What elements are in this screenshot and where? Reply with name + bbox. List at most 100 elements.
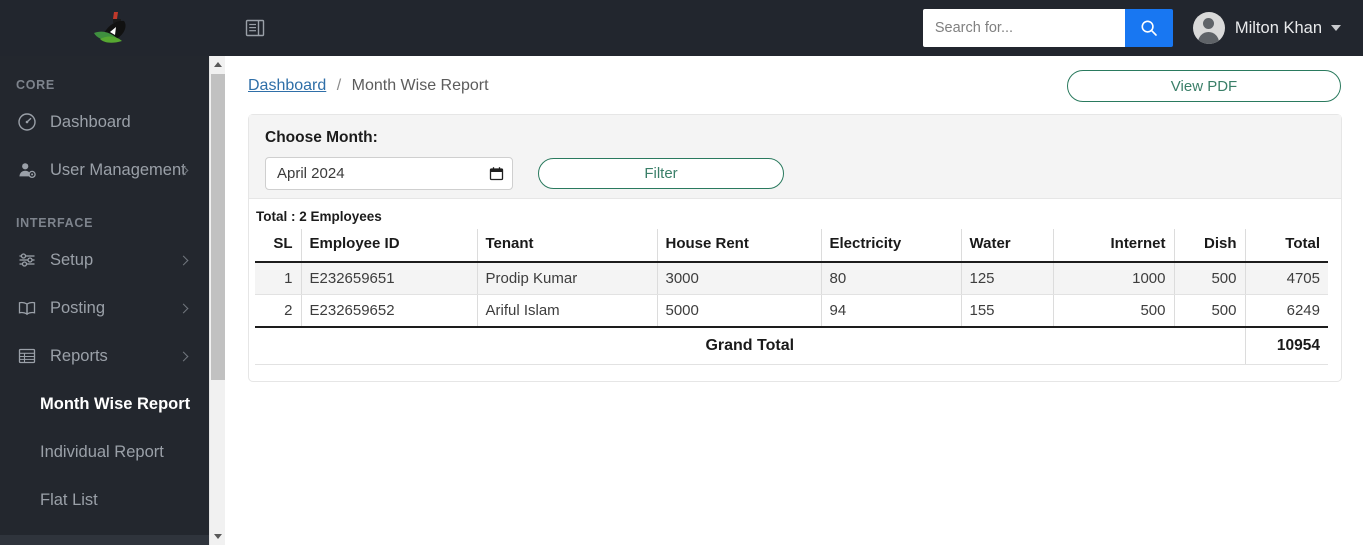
- brand-logo[interactable]: [0, 0, 224, 56]
- column-header-tenant[interactable]: Tenant: [476, 229, 657, 263]
- scroll-up-arrow-icon: [214, 62, 222, 67]
- sidebar-item-label: Setup: [50, 250, 94, 269]
- sidebar-item-reports[interactable]: Reports: [0, 332, 209, 380]
- column-header-dish[interactable]: Dish: [1173, 229, 1245, 263]
- sidebar-top-gap: [0, 56, 209, 78]
- cell-internet: 500: [1052, 294, 1174, 328]
- sidebar-item-user-management[interactable]: User Management: [0, 146, 209, 194]
- cell-sl: 1: [255, 262, 301, 295]
- chevron-right-icon: [178, 255, 189, 265]
- sidebar-toggle-icon: [245, 19, 265, 37]
- search-icon: [1141, 20, 1157, 36]
- grand-total-row: Grand Total 10954: [255, 327, 1328, 365]
- book-open-icon: [16, 297, 38, 319]
- calendar-icon[interactable]: [489, 166, 504, 181]
- column-header-total[interactable]: Total: [1244, 229, 1328, 263]
- user-avatar-icon: [1192, 12, 1225, 44]
- cell-dish: 500: [1173, 262, 1245, 295]
- sidebar-subitem-label: Month Wise Report: [40, 394, 191, 413]
- breadcrumb: Dashboard / Month Wise Report: [248, 77, 489, 95]
- table-wrap: Total : 2 Employees SL Employee ID Tenan…: [249, 199, 1341, 365]
- search-form: [922, 9, 1173, 47]
- table-row[interactable]: 2 E232659652 Ariful Islam 5000 94 155 50…: [255, 294, 1328, 328]
- view-pdf-button[interactable]: View PDF: [1067, 70, 1341, 102]
- cell-total: 4705: [1244, 262, 1328, 295]
- sidebar-section-gap: [0, 194, 209, 216]
- cell-employee-id: E232659651: [300, 262, 477, 295]
- breadcrumb-separator: /: [336, 77, 342, 94]
- sidebar-item-label: Dashboard: [50, 112, 131, 131]
- breadcrumb-row: Dashboard / Month Wise Report View PDF: [226, 64, 1363, 108]
- app-root: Milton Khan CORE Dashboard: [0, 0, 1363, 545]
- column-header-internet[interactable]: Internet: [1052, 229, 1174, 263]
- user-menu[interactable]: Milton Khan: [1192, 12, 1341, 44]
- cell-total: 6249: [1244, 294, 1328, 328]
- chevron-down-icon: [1331, 25, 1341, 31]
- sidebar-item-label: Reports: [50, 346, 108, 365]
- column-header-house-rent[interactable]: House Rent: [656, 229, 821, 263]
- column-header-electricity[interactable]: Electricity: [820, 229, 961, 263]
- sliders-icon: [16, 249, 38, 271]
- user-name-label: Milton Khan: [1234, 18, 1322, 37]
- month-wise-report-table: SL Employee ID Tenant House Rent Electri…: [255, 229, 1328, 365]
- main-content: Dashboard / Month Wise Report View PDF C…: [226, 56, 1363, 545]
- cell-sl: 2: [255, 294, 301, 328]
- breadcrumb-current: Month Wise Report: [351, 77, 489, 94]
- month-input[interactable]: April 2024: [265, 157, 513, 190]
- table-head: SL Employee ID Tenant House Rent Electri…: [255, 229, 1328, 263]
- cell-electricity: 94: [820, 294, 961, 328]
- sidebar-item-month-wise-report[interactable]: Month Wise Report: [0, 380, 209, 428]
- sidebar-item-label: User Management: [50, 160, 186, 179]
- cell-tenant: Ariful Islam: [476, 294, 657, 328]
- column-header-water[interactable]: Water: [960, 229, 1053, 263]
- table-body: 1 E232659651 Prodip Kumar 3000 80 125 10…: [255, 262, 1328, 365]
- gauge-icon: [16, 111, 38, 133]
- cell-water: 125: [960, 262, 1053, 295]
- cell-house-rent: 5000: [656, 294, 821, 328]
- breadcrumb-link-dashboard[interactable]: Dashboard: [248, 77, 326, 94]
- filter-panel: Choose Month: April 2024 Filter: [249, 115, 1341, 199]
- sidebar-item-posting[interactable]: Posting: [0, 284, 209, 332]
- filter-button[interactable]: Filter: [538, 158, 784, 189]
- sidebar-bottom-strip: [0, 535, 209, 545]
- sidebar-subitem-label: Individual Report: [40, 442, 164, 461]
- sidebar-item-label: Posting: [50, 298, 106, 317]
- scroll-down-button[interactable]: [210, 528, 226, 545]
- top-header-bar: Milton Khan: [0, 0, 1363, 56]
- month-input-value: April 2024: [277, 165, 345, 182]
- chevron-right-icon: [178, 303, 189, 313]
- grand-total-label: Grand Total: [255, 327, 1245, 365]
- column-header-employee-id[interactable]: Employee ID: [300, 229, 477, 263]
- sidebar-scrollbar[interactable]: [209, 56, 225, 545]
- scroll-down-arrow-icon: [214, 534, 222, 539]
- sidebar-section-interface-label: INTERFACE: [16, 216, 94, 230]
- search-button[interactable]: [1124, 9, 1173, 47]
- table-header-row: SL Employee ID Tenant House Rent Electri…: [255, 229, 1328, 263]
- table-report-icon: [16, 345, 38, 367]
- sidebar-item-flat-list[interactable]: Flat List: [0, 476, 209, 524]
- table-row[interactable]: 1 E232659651 Prodip Kumar 3000 80 125 10…: [255, 262, 1328, 295]
- sidebar-item-individual-report[interactable]: Individual Report: [0, 428, 209, 476]
- scrollbar-thumb[interactable]: [211, 74, 225, 380]
- sidebar-subitem-label: Flat List: [40, 490, 98, 509]
- cell-dish: 500: [1173, 294, 1245, 328]
- column-header-sl[interactable]: SL: [255, 229, 301, 263]
- sidebar-section-core-label: CORE: [16, 78, 55, 92]
- cell-internet: 1000: [1052, 262, 1174, 295]
- sidebar-item-dashboard[interactable]: Dashboard: [0, 98, 209, 146]
- total-employees-label: Total : 2 Employees: [256, 209, 382, 224]
- user-cog-icon: [16, 159, 38, 181]
- filter-controls: April 2024 Filter: [265, 157, 1325, 190]
- search-input[interactable]: [922, 9, 1125, 47]
- sidebar: CORE Dashboard User Management INTERFACE…: [0, 56, 209, 545]
- cell-employee-id: E232659652: [300, 294, 477, 328]
- app-logo: [94, 12, 126, 43]
- report-card: Choose Month: April 2024 Filter Total: …: [248, 114, 1342, 382]
- cell-water: 155: [960, 294, 1053, 328]
- sidebar-toggle-button[interactable]: [233, 8, 277, 48]
- cell-tenant: Prodip Kumar: [476, 262, 657, 295]
- cell-electricity: 80: [820, 262, 961, 295]
- scroll-up-button[interactable]: [210, 56, 226, 73]
- grand-total-value: 10954: [1244, 327, 1328, 365]
- sidebar-item-setup[interactable]: Setup: [0, 236, 209, 284]
